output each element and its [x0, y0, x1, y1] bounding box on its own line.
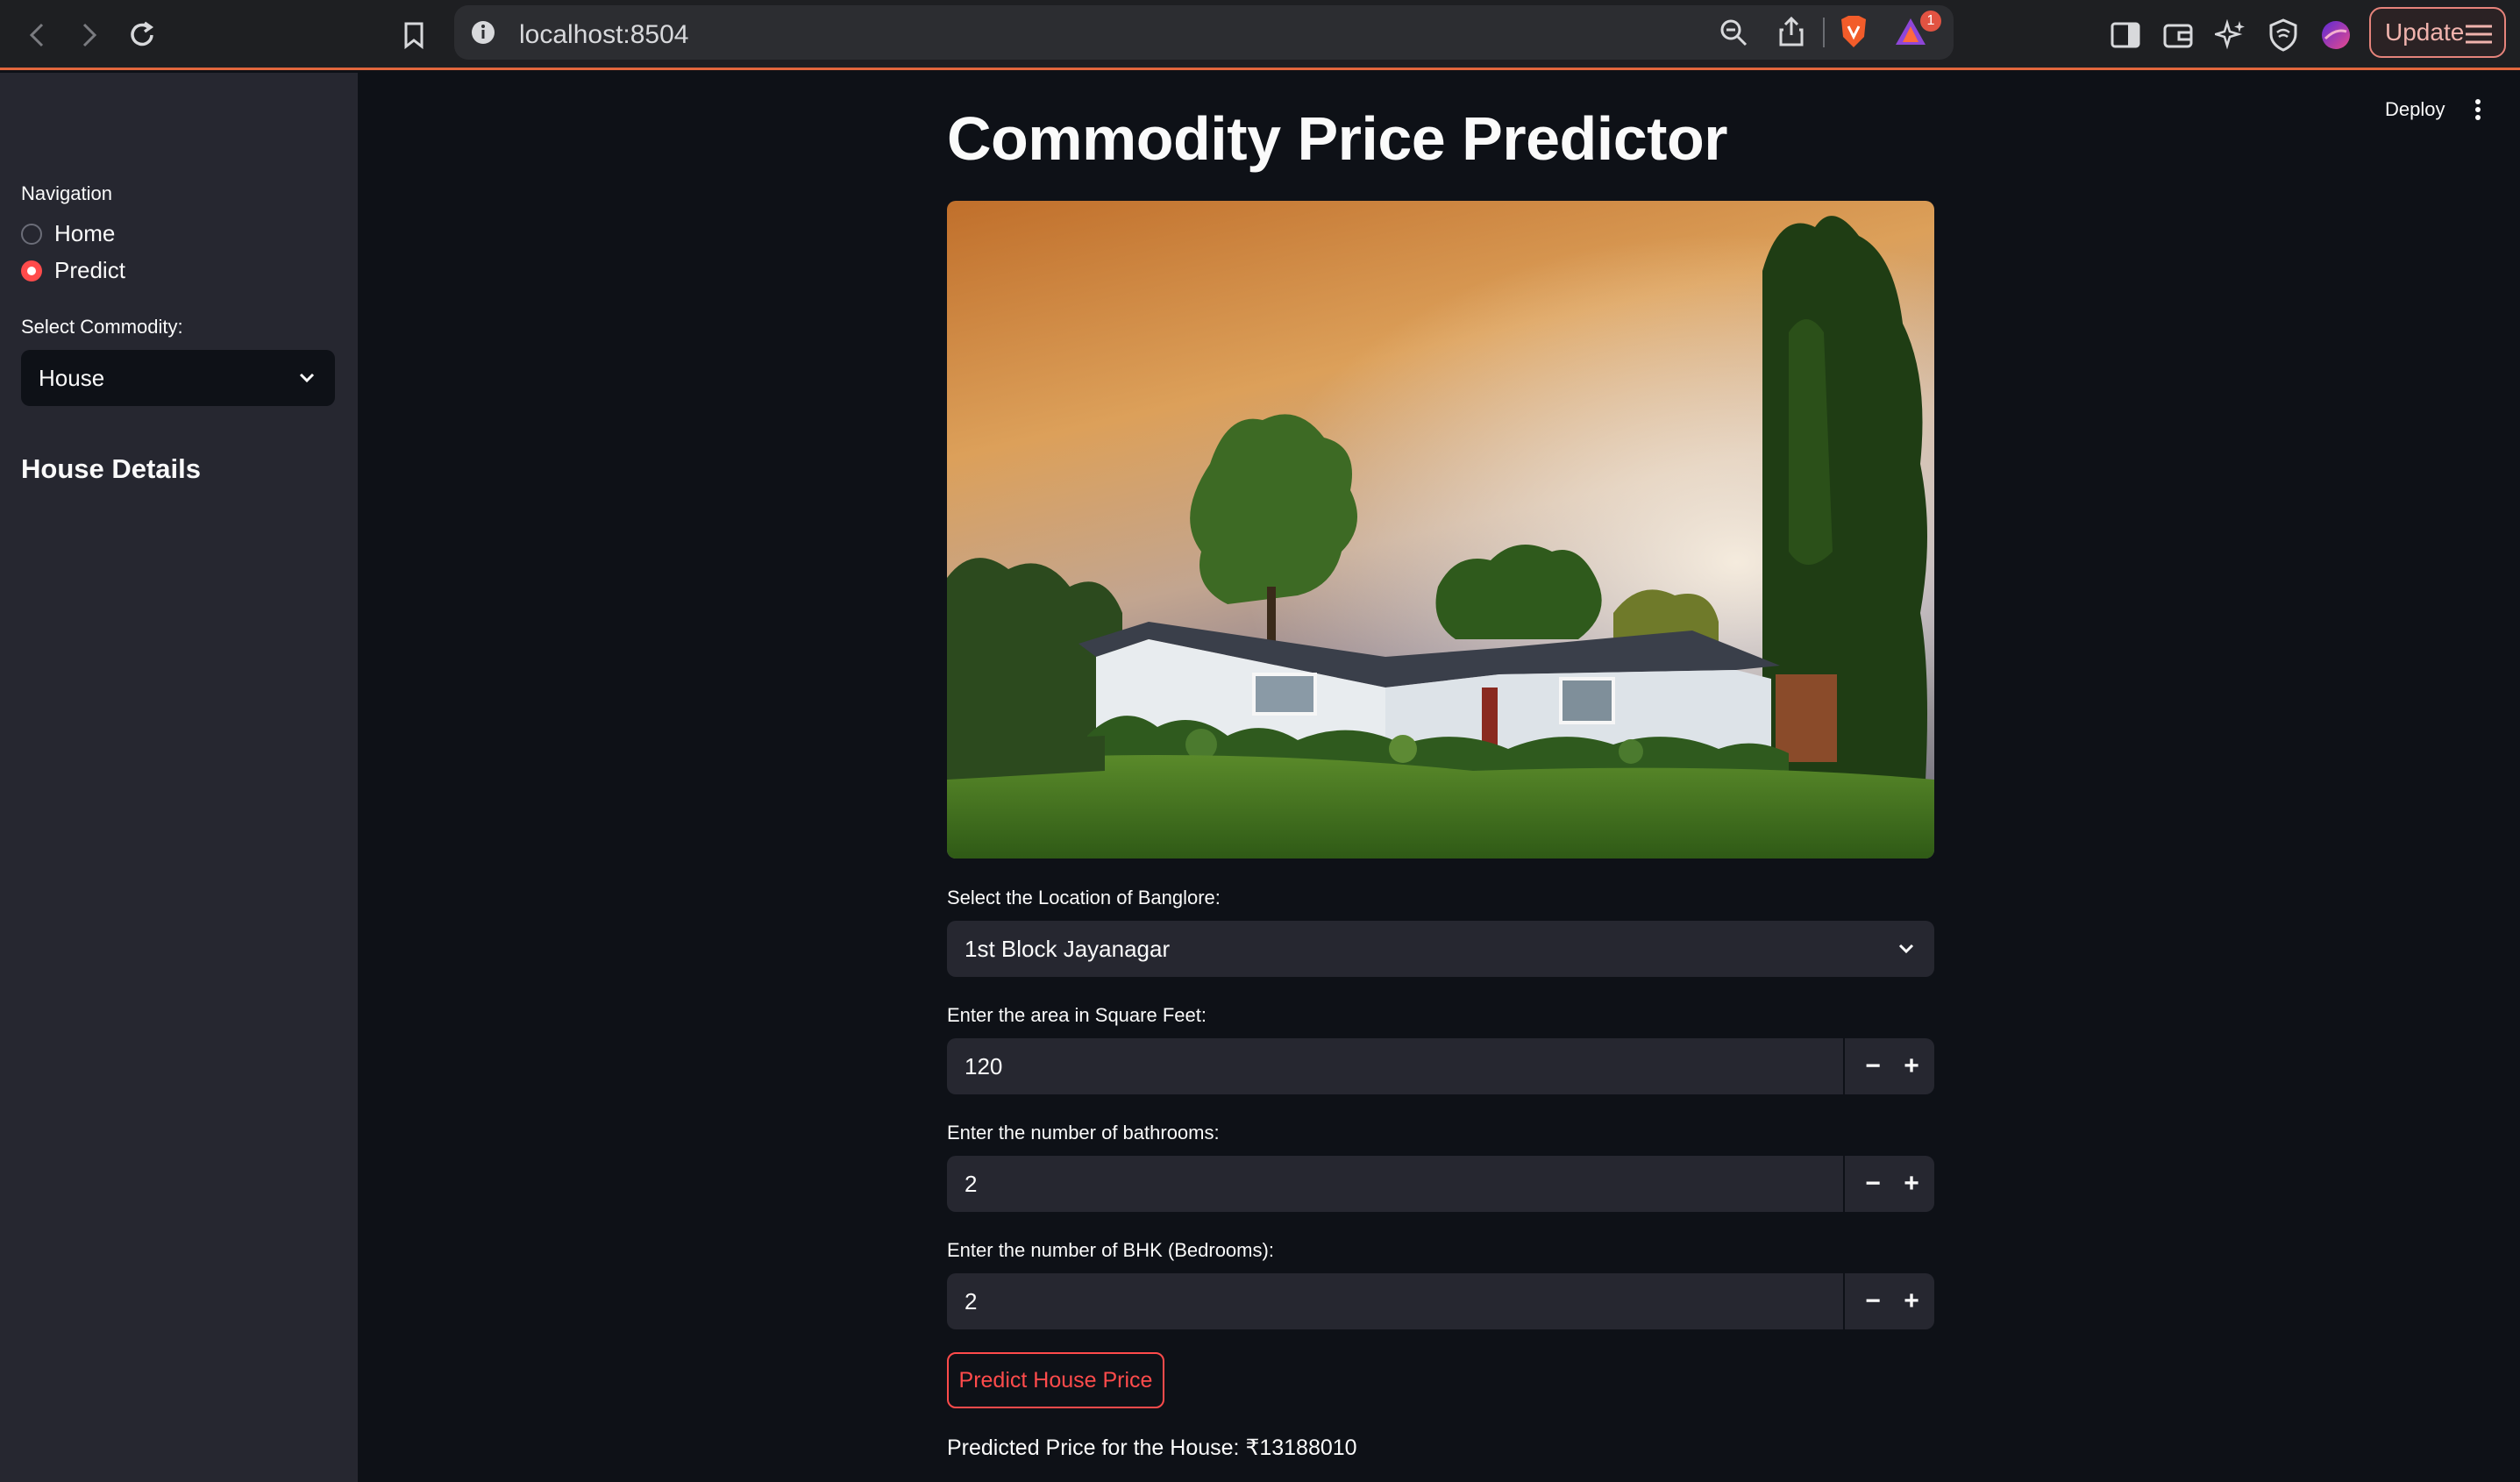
bathrooms-input[interactable]: 2 − +	[947, 1156, 1934, 1212]
profile-avatar-icon[interactable]	[2317, 16, 2355, 54]
chevron-down-icon	[299, 373, 315, 383]
browser-toolbar: localhost:8504 1 Update	[0, 0, 2520, 70]
area-input[interactable]: 120 − +	[947, 1038, 1934, 1094]
share-icon[interactable]	[1778, 16, 1805, 52]
bhk-label: Enter the number of BHK (Bedrooms):	[947, 1239, 1274, 1261]
predicted-price-text: Predicted Price for the House: ₹13188010	[947, 1436, 1357, 1460]
menu-icon	[2466, 25, 2492, 44]
chevron-down-icon	[1898, 944, 1914, 954]
back-icon[interactable]	[18, 16, 56, 54]
nav-radio-label: Predict	[54, 257, 125, 283]
sidebar-toggle-icon[interactable]	[2106, 16, 2145, 54]
divider	[1843, 1156, 1845, 1212]
divider	[1823, 18, 1825, 47]
sidebar: Navigation Home Predict Select Commodity…	[0, 73, 358, 1482]
area-increment-button[interactable]: +	[1894, 1049, 1929, 1084]
vpn-icon[interactable]	[2264, 16, 2303, 54]
bhk-input[interactable]: 2 − +	[947, 1273, 1934, 1329]
bathrooms-decrement-button[interactable]: −	[1855, 1166, 1890, 1201]
navigation-title: Navigation	[21, 182, 112, 204]
divider	[1843, 1038, 1845, 1094]
house-image	[947, 201, 1934, 859]
bathrooms-value: 2	[965, 1170, 978, 1197]
page-title: Commodity Price Predictor	[947, 104, 1727, 173]
update-button[interactable]: Update	[2369, 7, 2506, 58]
section-heading: House Details	[21, 453, 202, 484]
url-text: localhost:8504	[519, 20, 689, 49]
more-options-icon[interactable]	[2471, 98, 2485, 121]
location-label: Select the Location of Banglore:	[947, 887, 1221, 908]
leo-ai-icon[interactable]	[2211, 16, 2250, 54]
area-decrement-button[interactable]: −	[1855, 1049, 1890, 1084]
nav-radio-predict[interactable]: Predict	[21, 257, 125, 284]
deploy-button[interactable]: Deploy	[2385, 98, 2445, 121]
commodity-select[interactable]: House	[21, 350, 335, 406]
bhk-decrement-button[interactable]: −	[1855, 1284, 1890, 1319]
address-bar[interactable]: localhost:8504	[454, 5, 1954, 60]
bathrooms-label: Enter the number of bathrooms:	[947, 1122, 1220, 1144]
bhk-value: 2	[965, 1287, 978, 1315]
area-label: Enter the area in Square Feet:	[947, 1004, 1207, 1026]
zoom-icon[interactable]	[1719, 18, 1748, 52]
radio-checked-icon	[21, 260, 42, 281]
bathrooms-increment-button[interactable]: +	[1894, 1166, 1929, 1201]
nav-radio-label: Home	[54, 220, 116, 246]
bookmark-icon[interactable]	[395, 16, 433, 54]
divider	[1843, 1273, 1845, 1329]
wallet-icon[interactable]	[2159, 16, 2197, 54]
bhk-increment-button[interactable]: +	[1894, 1284, 1929, 1319]
predict-house-price-button[interactable]: Predict House Price	[947, 1352, 1164, 1408]
notification-badge: 1	[1920, 11, 1941, 32]
commodity-label: Select Commodity:	[21, 316, 183, 338]
area-value: 120	[965, 1052, 1003, 1079]
location-value: 1st Block Jayanagar	[965, 935, 1171, 962]
update-label: Update	[2385, 18, 2465, 46]
forward-icon[interactable]	[70, 16, 109, 54]
nav-radio-home[interactable]: Home	[21, 220, 115, 247]
location-select[interactable]: 1st Block Jayanagar	[947, 921, 1934, 977]
commodity-value: House	[39, 364, 105, 391]
site-info-icon[interactable]	[470, 19, 496, 50]
radio-unchecked-icon	[21, 223, 42, 245]
reload-icon[interactable]	[123, 16, 161, 54]
brave-shield-icon[interactable]	[1838, 14, 1869, 53]
